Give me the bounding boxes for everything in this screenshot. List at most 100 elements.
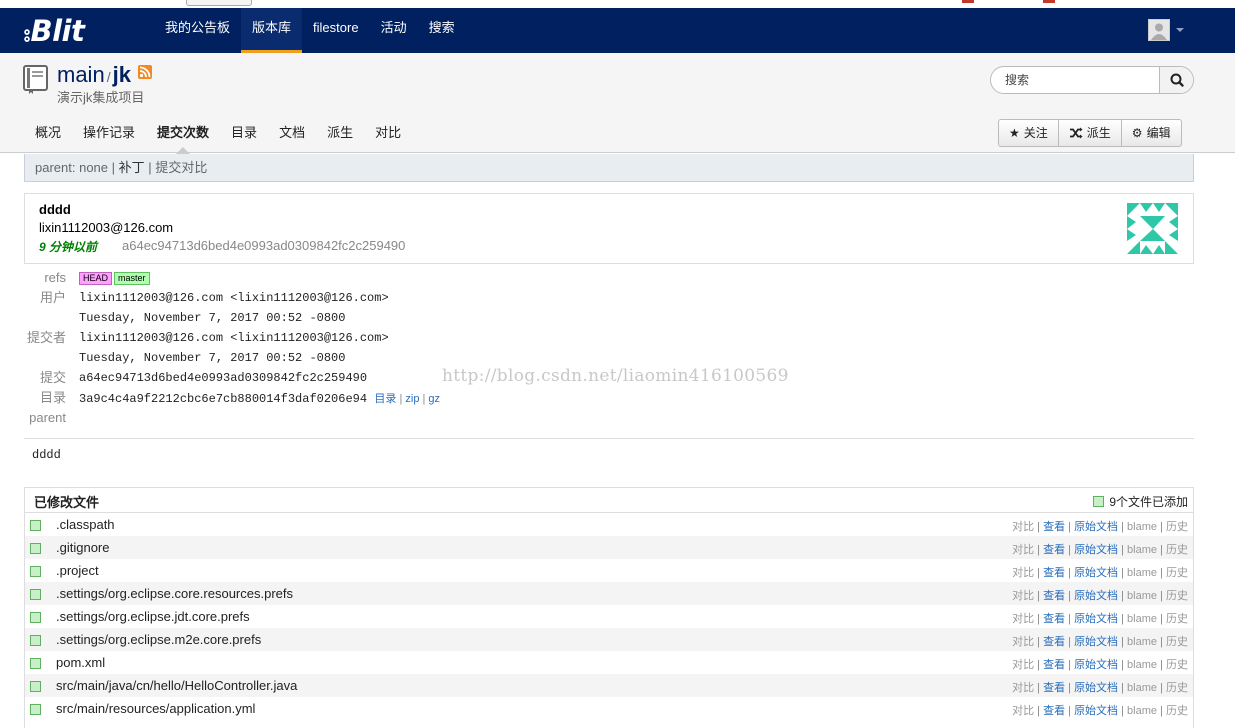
file-name-link[interactable]: .settings/org.eclipse.jdt.core.prefs	[56, 609, 250, 624]
raw-link[interactable]: 原始文档	[1074, 590, 1118, 602]
fork-icon	[1069, 127, 1083, 139]
edit-button[interactable]: ⚙ 编辑	[1122, 120, 1181, 146]
history-link[interactable]: 历史	[1166, 659, 1188, 671]
file-name-link[interactable]: .classpath	[56, 517, 115, 532]
history-link[interactable]: 历史	[1166, 567, 1188, 579]
file-actions: 对比 | 查看 | 原始文档 | blame | 历史	[1012, 659, 1188, 671]
raw-link[interactable]: 原始文档	[1074, 636, 1118, 648]
view-link[interactable]: 查看	[1043, 636, 1065, 648]
history-link[interactable]: 历史	[1166, 636, 1188, 648]
rss-icon	[139, 66, 151, 78]
blame-link[interactable]: blame	[1127, 613, 1157, 625]
repository-name-link[interactable]: jk	[113, 62, 131, 87]
search-input[interactable]	[991, 67, 1159, 93]
raw-link[interactable]: 原始文档	[1074, 613, 1118, 625]
nav-item-filestore[interactable]: filestore	[302, 8, 370, 53]
tab-docs[interactable]: 文档	[268, 113, 316, 153]
fork-button[interactable]: 派生	[1059, 120, 1122, 146]
edit-label: 编辑	[1146, 126, 1171, 140]
history-link[interactable]: 历史	[1166, 590, 1188, 602]
changed-files-title: 已修改文件	[34, 495, 100, 510]
commit-sha: a64ec94713d6bed4e0993ad0309842fc2c259490	[122, 238, 406, 253]
raw-link[interactable]: 原始文档	[1074, 705, 1118, 717]
diff-link[interactable]: 对比	[1012, 544, 1034, 556]
bookmark-marker	[962, 0, 974, 3]
blame-link[interactable]: blame	[1127, 659, 1157, 671]
file-name-link[interactable]: src/main/java/cn/hello/HelloController.j…	[56, 678, 297, 693]
raw-link[interactable]: 原始文档	[1074, 682, 1118, 694]
nav-item-dashboard[interactable]: 我的公告板	[154, 8, 241, 53]
blame-link[interactable]: blame	[1127, 636, 1157, 648]
chevron-down-icon[interactable]	[1176, 28, 1184, 32]
history-link[interactable]: 历史	[1166, 613, 1188, 625]
raw-link[interactable]: 原始文档	[1074, 567, 1118, 579]
tab-commits[interactable]: 提交次数	[146, 113, 220, 154]
view-link[interactable]: 查看	[1043, 659, 1065, 671]
ref-badge-master[interactable]: master	[114, 272, 150, 286]
history-link[interactable]: 历史	[1166, 544, 1188, 556]
view-link[interactable]: 查看	[1043, 613, 1065, 625]
repository-owner-link[interactable]: main	[57, 62, 105, 87]
commitdiff-link[interactable]: 提交对比	[155, 160, 207, 175]
blame-link[interactable]: blame	[1127, 682, 1157, 694]
diff-link[interactable]: 对比	[1012, 590, 1034, 602]
watch-button[interactable]: ★ 关注	[999, 120, 1059, 146]
file-name-link[interactable]: pom.xml	[56, 655, 105, 670]
diff-link[interactable]: 对比	[1012, 521, 1034, 533]
history-link[interactable]: 历史	[1166, 705, 1188, 717]
nav-item-repositories[interactable]: 版本库	[241, 8, 303, 53]
view-link[interactable]: 查看	[1043, 544, 1065, 556]
changed-files-count: 9个文件已添加	[1109, 495, 1188, 509]
tab-forks[interactable]: 派生	[316, 113, 364, 153]
blame-link[interactable]: blame	[1127, 567, 1157, 579]
patch-link[interactable]: 补丁	[119, 160, 145, 175]
tree-gz-link[interactable]: gz	[428, 393, 440, 405]
tab-compare[interactable]: 对比	[364, 113, 412, 153]
raw-link[interactable]: 原始文档	[1074, 659, 1118, 671]
diff-link[interactable]: 对比	[1012, 613, 1034, 625]
changed-files-header: 已修改文件 9个文件已添加	[25, 488, 1193, 513]
commit-subject[interactable]: dddd	[39, 202, 71, 217]
history-link[interactable]: 历史	[1166, 521, 1188, 533]
raw-link[interactable]: 原始文档	[1074, 544, 1118, 556]
diff-link[interactable]: 对比	[1012, 567, 1034, 579]
search-button[interactable]	[1159, 67, 1193, 93]
view-link[interactable]: 查看	[1043, 590, 1065, 602]
rss-feed-icon[interactable]	[138, 65, 152, 79]
ref-badge-head[interactable]: HEAD	[79, 272, 113, 286]
blame-link[interactable]: blame	[1127, 590, 1157, 602]
repository-header: main/jk 演示jk集成项目 概况 操作记录 提交次数 目录 文档 派生 对…	[0, 53, 1235, 154]
file-row: src/main/java/cn/hello/HelloController.j…	[25, 674, 1193, 697]
file-name-link[interactable]: .settings/org.eclipse.core.resources.pre…	[56, 586, 293, 601]
file-name-link[interactable]: .project	[56, 563, 99, 578]
nav-item-activity[interactable]: 活动	[370, 8, 418, 53]
parent-label: parent	[29, 410, 66, 425]
tree-browse-link[interactable]: 目录	[374, 393, 396, 405]
view-link[interactable]: 查看	[1043, 567, 1065, 579]
diff-link[interactable]: 对比	[1012, 636, 1034, 648]
blame-link[interactable]: blame	[1127, 521, 1157, 533]
diff-link[interactable]: 对比	[1012, 705, 1034, 717]
author-avatar	[1127, 203, 1178, 254]
file-name-link[interactable]: .settings/org.eclipse.m2e.core.prefs	[56, 632, 261, 647]
file-name-link[interactable]: .gitignore	[56, 540, 109, 555]
blame-link[interactable]: blame	[1127, 544, 1157, 556]
diff-link[interactable]: 对比	[1012, 659, 1034, 671]
view-link[interactable]: 查看	[1043, 682, 1065, 694]
brand-logo[interactable]: ⦂Blit	[24, 14, 85, 48]
history-link[interactable]: 历史	[1166, 682, 1188, 694]
tab-reflog[interactable]: 操作记录	[72, 113, 146, 153]
view-link[interactable]: 查看	[1043, 521, 1065, 533]
browser-tab-fragment[interactable]	[186, 0, 252, 6]
user-avatar-button[interactable]	[1148, 19, 1170, 41]
tree-zip-link[interactable]: zip	[405, 393, 419, 405]
changed-files-list: .classpath 对比 | 查看 | 原始文档 | blame | 历史 .gi…	[25, 513, 1193, 720]
view-link[interactable]: 查看	[1043, 705, 1065, 717]
nav-item-search[interactable]: 搜索	[418, 8, 466, 53]
diff-link[interactable]: 对比	[1012, 682, 1034, 694]
tab-summary[interactable]: 概况	[24, 113, 72, 153]
blame-link[interactable]: blame	[1127, 705, 1157, 717]
file-name-link[interactable]: src/main/resources/application.yml	[56, 701, 255, 716]
tab-tree[interactable]: 目录	[220, 113, 268, 153]
raw-link[interactable]: 原始文档	[1074, 521, 1118, 533]
